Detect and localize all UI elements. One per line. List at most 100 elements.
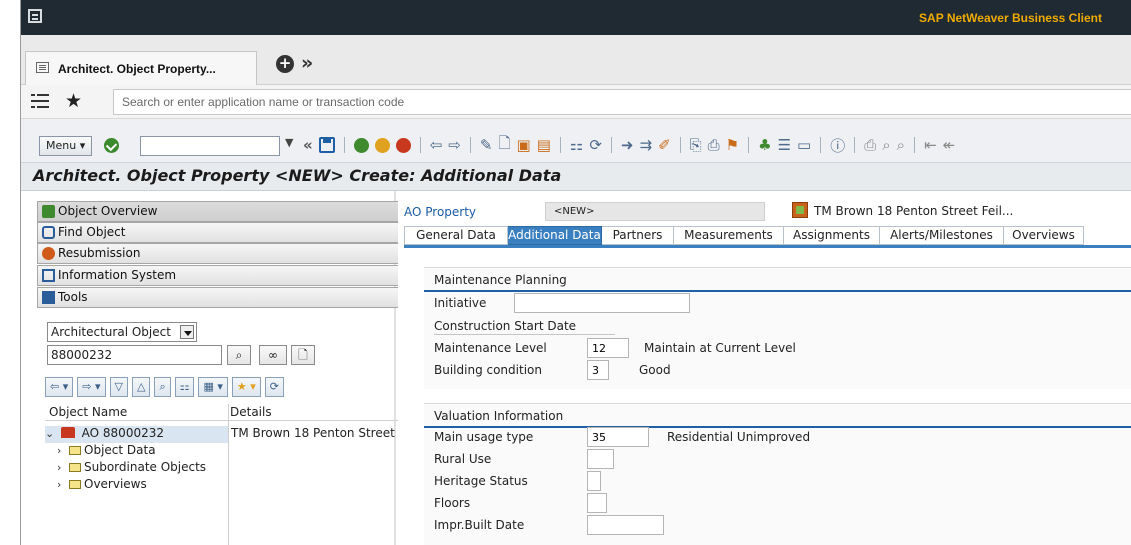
object-id-input[interactable]: 88000232: [47, 345, 222, 365]
back-history-icon[interactable]: «: [303, 136, 313, 154]
chevron-right-icon[interactable]: ›: [57, 461, 67, 474]
enter-check-icon[interactable]: [104, 138, 119, 153]
first-page-icon[interactable]: ⇤: [924, 136, 937, 154]
display-change-icon[interactable]: ✎: [480, 136, 493, 154]
nav-label: Find Object: [58, 225, 126, 239]
chevron-down-icon[interactable]: [180, 325, 194, 339]
maintenance-planning-group: Maintenance Planning Initiative Construc…: [424, 267, 1131, 389]
organization-icon[interactable]: ♣: [758, 136, 771, 154]
favorites-star-icon[interactable]: ★: [65, 90, 82, 112]
flag-icon[interactable]: ⚑: [726, 136, 739, 154]
paste-icon[interactable]: ▤: [537, 136, 551, 154]
hierarchy-icon[interactable]: ⚏: [570, 136, 583, 154]
attachment-icon[interactable]: ⎘: [690, 136, 702, 154]
tab-alerts-milestones[interactable]: Alerts/Milestones: [880, 226, 1004, 245]
binoculars-icon: [42, 226, 55, 239]
pencil-icon[interactable]: ✐: [658, 136, 671, 154]
collapse-icon[interactable]: ▽: [109, 377, 128, 397]
group-title: Maintenance Planning: [434, 273, 567, 287]
command-dropdown-icon[interactable]: ▼: [285, 136, 293, 149]
folder-icon: [69, 463, 81, 472]
chevron-down-icon[interactable]: ⌄: [45, 427, 55, 440]
tree-find-icon[interactable]: ⌕: [154, 377, 171, 397]
cancel-icon[interactable]: [395, 137, 411, 153]
command-field[interactable]: [140, 136, 280, 156]
chevron-right-icon[interactable]: ›: [57, 444, 67, 457]
object-link-icon[interactable]: [792, 202, 808, 218]
find-binoculars-button[interactable]: ⌕: [227, 345, 251, 365]
tab-partners[interactable]: Partners: [602, 226, 674, 245]
refresh-icon[interactable]: ⟳: [589, 136, 602, 154]
nav-object-overview[interactable]: Object Overview: [37, 201, 409, 222]
tree-row-subordinate-objects[interactable]: › Subordinate Objects: [57, 460, 206, 477]
search-input[interactable]: [113, 89, 1131, 115]
main-usage-input[interactable]: [587, 427, 649, 447]
find-icon[interactable]: ⌕: [882, 136, 890, 154]
tree-row-overviews[interactable]: › Overviews: [57, 477, 147, 494]
nav-label: Object Overview: [58, 204, 158, 218]
detail-pane: AO Property <NEW> TM Brown 18 Penton Str…: [398, 191, 1131, 545]
create-icon[interactable]: 🗋: [498, 133, 510, 157]
expand-icon[interactable]: △: [131, 377, 151, 397]
built-date-input[interactable]: [587, 515, 664, 535]
tree-refresh-icon[interactable]: ⟳: [264, 377, 285, 397]
chevron-right-icon[interactable]: ›: [57, 478, 67, 491]
nav-information-system[interactable]: Information System: [37, 265, 409, 286]
floors-input[interactable]: [587, 493, 607, 513]
list-icon[interactable]: ☰: [778, 136, 791, 154]
tree-row-root[interactable]: ⌄ AO 88000232: [45, 426, 228, 443]
find-next-icon[interactable]: ⌕: [897, 136, 905, 154]
more-tabs-button[interactable]: »: [301, 52, 313, 74]
print-icon[interactable]: ⎙: [708, 136, 720, 154]
tree-forward-icon[interactable]: ⇨ ▾: [77, 377, 106, 397]
print-list-icon[interactable]: ⎙: [864, 136, 876, 154]
forward-icon[interactable]: ➜: [621, 136, 634, 154]
copy-icon[interactable]: ▣: [517, 136, 531, 154]
add-tab-icon[interactable]: +: [276, 55, 294, 73]
tree-favorite-icon[interactable]: ★ ▾: [231, 377, 261, 397]
menu-button[interactable]: Menu ▾: [39, 136, 93, 156]
heritage-status-input[interactable]: [587, 471, 601, 491]
tab-additional-data[interactable]: Additional Data: [508, 226, 602, 245]
window-icon[interactable]: ▭: [797, 136, 811, 154]
tree-item-label: Subordinate Objects: [84, 460, 207, 474]
tree-row-object-data[interactable]: › Object Data: [57, 443, 156, 460]
info-icon[interactable]: ⓘ: [830, 135, 845, 156]
back-icon[interactable]: [353, 137, 369, 153]
building-condition-text: Good: [639, 363, 671, 377]
exit-icon[interactable]: [374, 137, 390, 153]
maintenance-level-input[interactable]: [587, 338, 629, 358]
index-menu-icon[interactable]: [31, 94, 49, 108]
tab-architect-object-property[interactable]: Architect. Object Property...: [25, 51, 257, 85]
building-condition-label: Building condition: [434, 363, 542, 377]
prev-page-icon[interactable]: ↞: [943, 136, 956, 154]
nav-find-object[interactable]: Find Object: [37, 222, 409, 243]
tree-layout-icon[interactable]: ▦ ▾: [198, 377, 228, 397]
glasses-display-button[interactable]: ∞: [259, 345, 287, 365]
tree-back-icon[interactable]: ⇦ ▾: [45, 377, 74, 397]
nav-resubmission[interactable]: Resubmission: [37, 243, 409, 264]
nav-tools[interactable]: Tools: [37, 287, 409, 308]
nav-label: Tools: [58, 290, 88, 304]
nav-label: Information System: [58, 268, 177, 282]
save-icon[interactable]: [318, 137, 335, 153]
group-title: Valuation Information: [434, 409, 564, 423]
title-bar: SAP NetWeaver Business Client: [21, 0, 1131, 35]
tab-measurements[interactable]: Measurements: [674, 226, 784, 245]
app-menu-icon[interactable]: [28, 9, 42, 23]
next-object-icon[interactable]: ⇨: [448, 136, 461, 154]
new-document-button[interactable]: 🗋: [291, 345, 315, 365]
previous-object-icon[interactable]: ⇦: [430, 136, 443, 154]
group-rule: [424, 290, 1131, 292]
rural-use-input[interactable]: [587, 449, 614, 469]
group-rule: [424, 426, 1131, 428]
tab-general-data[interactable]: General Data: [404, 226, 508, 245]
tab-assignments[interactable]: Assignments: [784, 226, 880, 245]
underline: [434, 334, 615, 335]
object-type-select[interactable]: Architectural Object: [47, 322, 197, 342]
tree-hierarchy-icon[interactable]: ⚏: [174, 377, 195, 397]
transfer-icon[interactable]: ⇉: [639, 136, 652, 154]
tab-overviews[interactable]: Overviews: [1004, 226, 1084, 245]
initiative-input[interactable]: [514, 293, 690, 313]
building-condition-input[interactable]: [587, 360, 609, 380]
